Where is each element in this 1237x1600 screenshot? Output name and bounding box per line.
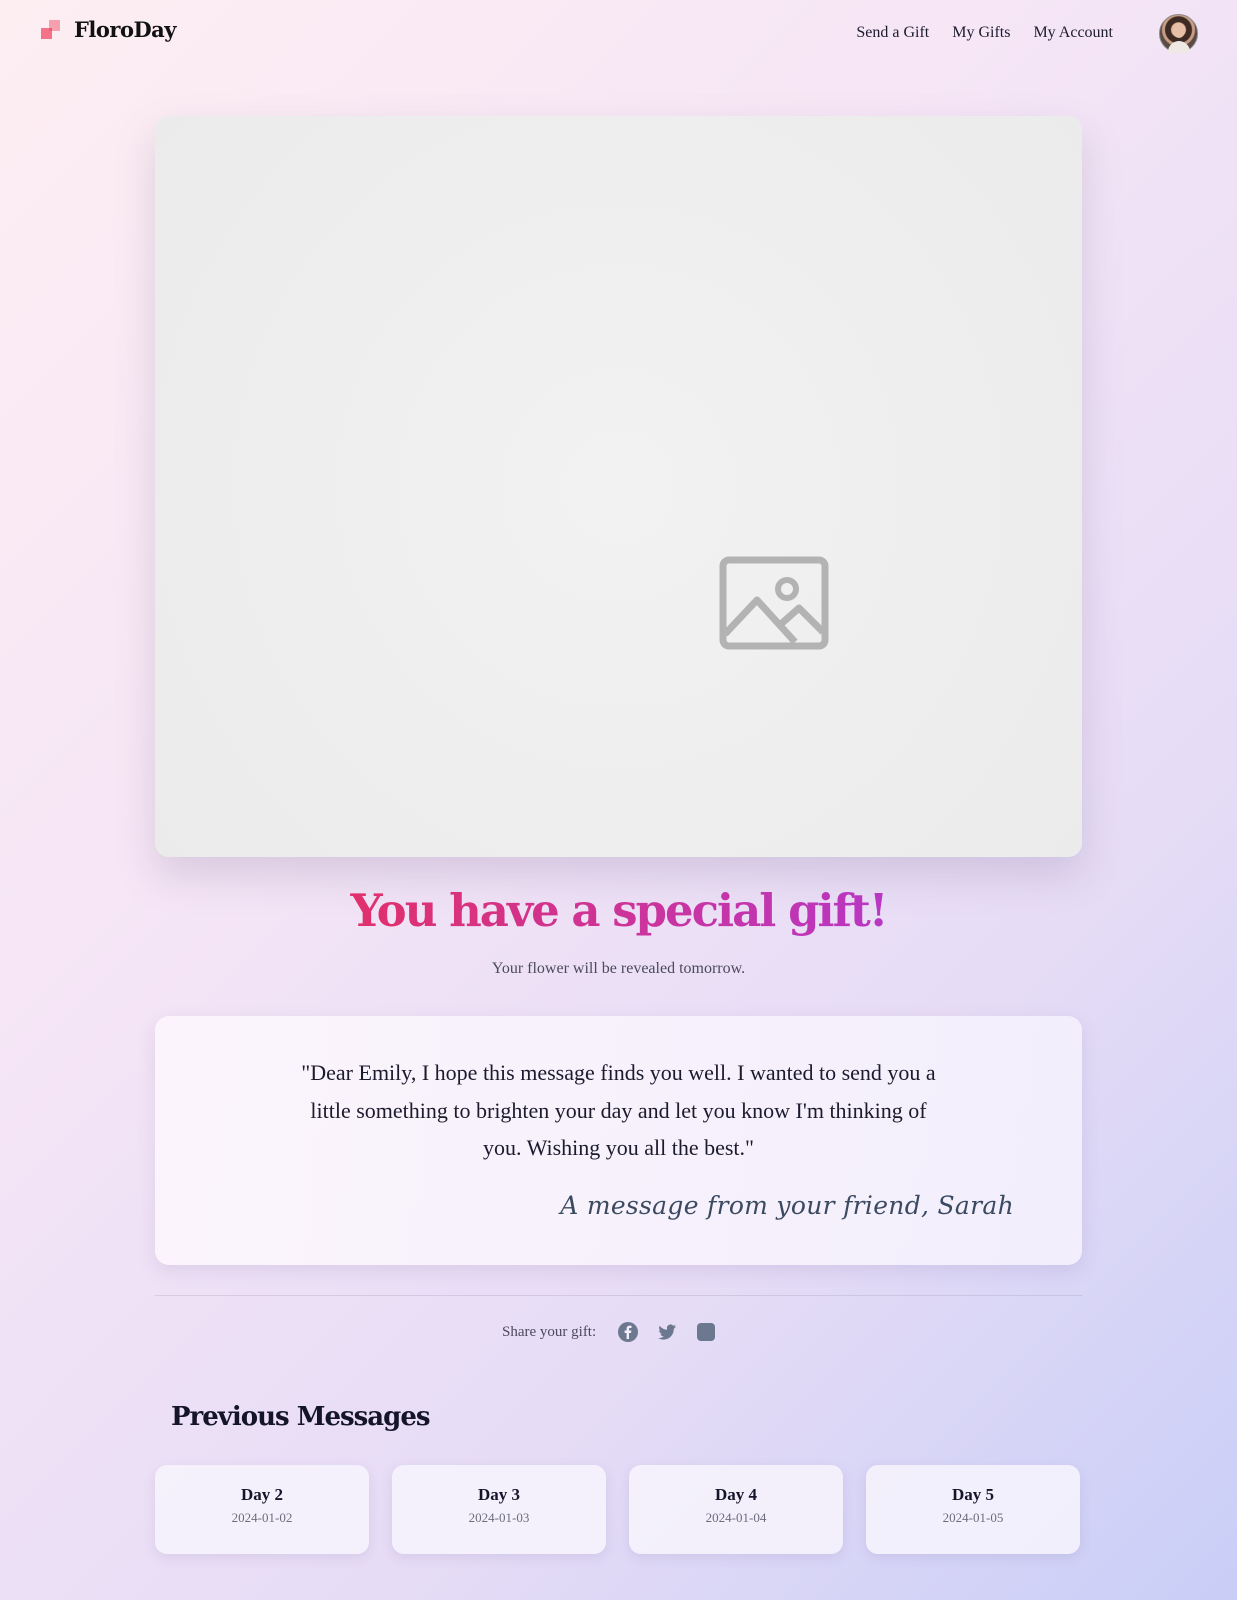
previous-message-day: Day 5: [951, 1485, 995, 1504]
previous-message-card[interactable]: Day 2 2024-01-02: [155, 1465, 369, 1554]
gift-image-placeholder: [155, 116, 1082, 857]
message-card: "Dear Emily, I hope this message finds y…: [155, 1016, 1082, 1265]
image-placeholder-icon: [719, 556, 829, 650]
previous-message-date: 2024-01-04: [705, 1510, 767, 1525]
main-nav: Send a Gift My Gifts My Account: [856, 24, 1113, 42]
message-text: "Dear Emily, I hope this message finds y…: [301, 1060, 936, 1160]
avatar-face: [1173, 23, 1185, 38]
previous-messages-list: Day 2 2024-01-02 Day 3 2024-01-03 Day 4 …: [155, 1465, 1080, 1554]
previous-message-date: 2024-01-05: [942, 1510, 1004, 1525]
brand-name: FloroDay: [74, 17, 176, 42]
previous-message-card[interactable]: Day 5 2024-01-05: [866, 1465, 1080, 1554]
gift-title-text: You have a special gift!: [350, 884, 888, 937]
gift-image-card: [155, 116, 1082, 857]
share-label: Share your gift:: [502, 1323, 597, 1340]
previous-message-card[interactable]: Day 4 2024-01-04: [629, 1465, 843, 1554]
previous-message-day: Day 3: [477, 1485, 521, 1504]
twitter-icon[interactable]: [657, 1322, 677, 1342]
avatar-body: [1168, 41, 1190, 53]
previous-message-card[interactable]: Day 3 2024-01-03: [392, 1465, 606, 1554]
previous-message-date: 2024-01-02: [231, 1510, 293, 1525]
brand-logo[interactable]: FloroDay: [41, 17, 176, 42]
message-signature: A message from your friend, Sarah: [560, 1191, 1014, 1220]
facebook-icon[interactable]: [618, 1322, 639, 1342]
divider: [155, 1295, 1082, 1296]
top-header: FloroDay Send a Gift My Gifts My Account: [0, 0, 1237, 68]
previous-message-date: 2024-01-03: [468, 1510, 530, 1525]
logo-mark-icon: [41, 19, 60, 40]
instagram-icon[interactable]: [696, 1322, 716, 1342]
nav-my-gifts[interactable]: My Gifts: [952, 24, 1010, 42]
nav-send-gift[interactable]: Send a Gift: [856, 24, 929, 42]
nav-my-account[interactable]: My Account: [1033, 24, 1113, 42]
previous-message-day: Day 2: [240, 1485, 284, 1504]
previous-message-day: Day 4: [714, 1485, 758, 1504]
share-row: Share your gift:: [502, 1318, 735, 1346]
previous-messages-title: Previous Messages: [171, 1402, 431, 1432]
user-avatar[interactable]: [1159, 14, 1198, 53]
gift-subtitle: Your flower will be revealed tomorrow.: [491, 960, 746, 977]
gift-title: You have a special gift!: [0, 884, 1237, 937]
